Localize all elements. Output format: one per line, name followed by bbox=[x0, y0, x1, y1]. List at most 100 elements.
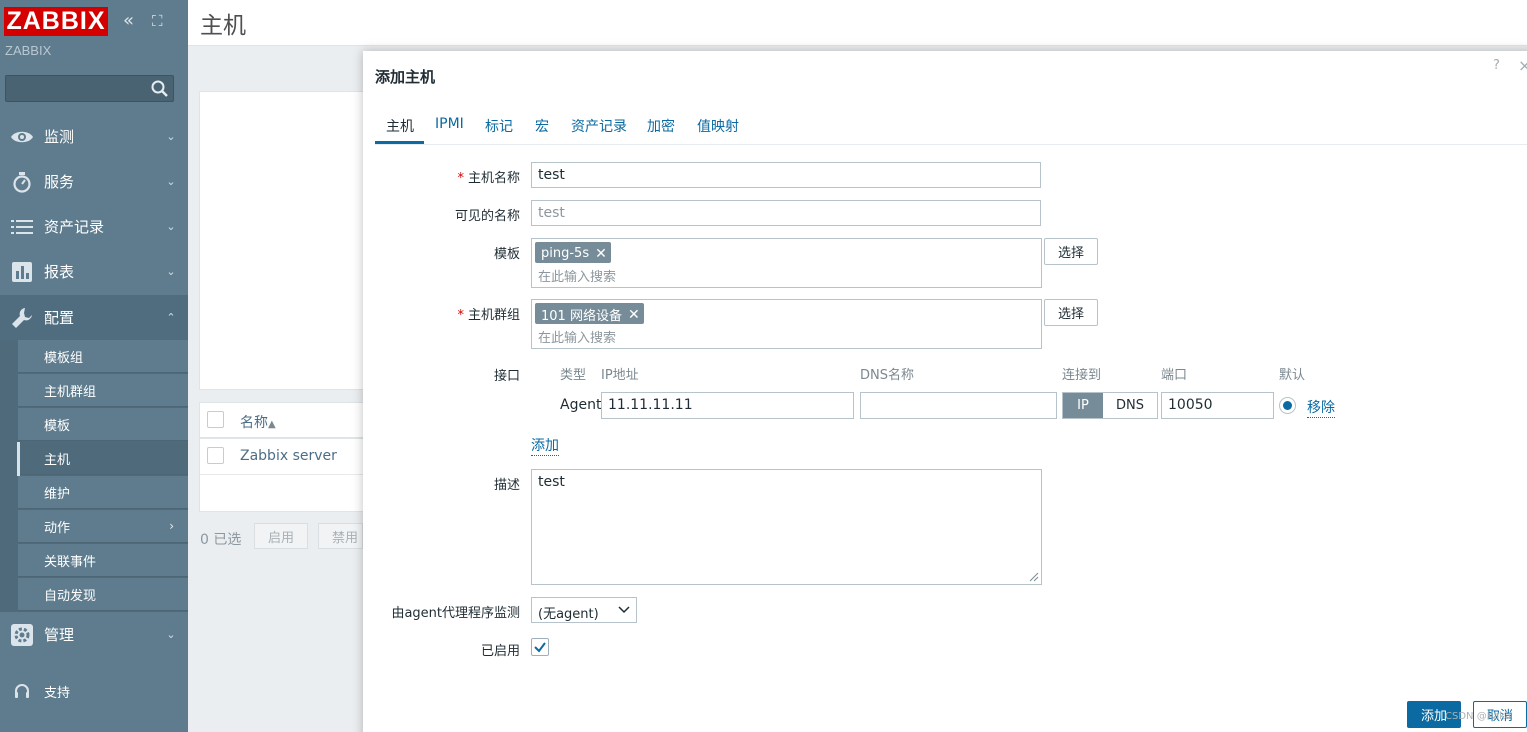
submenu-host-groups[interactable]: 主机群组 bbox=[18, 374, 188, 407]
submenu-event-correlation[interactable]: 关联事件 bbox=[18, 544, 188, 577]
menu-label: 管理 bbox=[44, 626, 75, 644]
connect-ip-option[interactable]: IP bbox=[1063, 393, 1103, 418]
proxy-select[interactable]: (无agent) bbox=[531, 597, 637, 623]
connect-dns-option[interactable]: DNS bbox=[1103, 393, 1157, 418]
interface-ip-input[interactable]: 11.11.11.11 bbox=[601, 392, 854, 419]
gear-icon bbox=[0, 623, 44, 646]
row-checkbox[interactable] bbox=[207, 447, 224, 464]
menu-configuration[interactable]: 配置 ⌃ bbox=[0, 295, 188, 340]
menu-inventory[interactable]: 资产记录 ⌄ bbox=[0, 204, 188, 249]
templates-search-input[interactable]: 在此输入搜索 bbox=[538, 266, 616, 285]
tab-inventory[interactable]: 资产记录 bbox=[571, 116, 627, 136]
tab-macros[interactable]: 宏 bbox=[535, 116, 549, 136]
headset-icon bbox=[0, 683, 44, 701]
checkmark-icon bbox=[534, 642, 546, 653]
template-tag: ping-5s ✕ bbox=[535, 242, 611, 263]
add-interface-link[interactable]: 添加 bbox=[531, 435, 559, 456]
chevron-up-icon: ⌃ bbox=[166, 311, 176, 324]
description-label: 描述 bbox=[493, 478, 520, 493]
search-icon[interactable] bbox=[151, 80, 169, 98]
table-row: Zabbix server bbox=[200, 439, 368, 475]
menu-administration[interactable]: 管理 ⌄ bbox=[0, 612, 188, 657]
interface-type: Agent bbox=[560, 397, 602, 413]
submenu-discovery[interactable]: 自动发现 bbox=[18, 578, 188, 611]
name-column-header[interactable]: 名称▲ bbox=[240, 412, 276, 432]
host-link[interactable]: Zabbix server bbox=[240, 448, 337, 464]
interface-type-header: 类型 bbox=[560, 368, 587, 383]
zabbix-logo[interactable]: ZABBIX bbox=[4, 7, 108, 36]
stopwatch-icon bbox=[0, 171, 44, 193]
filter-panel bbox=[199, 91, 369, 390]
select-templates-button[interactable]: 选择 bbox=[1044, 238, 1098, 265]
close-icon[interactable]: × bbox=[1518, 56, 1527, 75]
enabled-checkbox[interactable] bbox=[531, 638, 549, 656]
eye-icon bbox=[0, 129, 44, 145]
watermark: CSDN @Kaka bbox=[1445, 711, 1511, 722]
host-groups-multiselect[interactable]: 101 网络设备 ✕ 在此输入搜索 bbox=[531, 299, 1042, 349]
select-groups-button[interactable]: 选择 bbox=[1044, 299, 1098, 326]
host-groups-label: * 主机群组 bbox=[457, 308, 520, 323]
kiosk-mode-icon[interactable]: ⛶ bbox=[152, 12, 163, 30]
required-marker: * bbox=[457, 171, 464, 186]
group-tag: 101 网络设备 ✕ bbox=[535, 303, 644, 324]
chevron-down-icon: ⌄ bbox=[166, 628, 176, 641]
disable-button[interactable]: 禁用 bbox=[318, 523, 363, 549]
visible-name-label: 可见的名称 bbox=[454, 209, 520, 224]
menu-label: 资产记录 bbox=[44, 218, 105, 236]
interface-port-input[interactable]: 10050 bbox=[1161, 392, 1274, 419]
host-name-input[interactable]: test bbox=[531, 162, 1041, 188]
enable-button[interactable]: 启用 bbox=[254, 523, 308, 549]
groups-search-input[interactable]: 在此输入搜索 bbox=[538, 327, 616, 346]
menu-monitoring[interactable]: 监测 ⌄ bbox=[0, 114, 188, 159]
chevron-right-icon: › bbox=[169, 519, 174, 533]
submenu-actions-label: 动作 bbox=[44, 520, 71, 536]
bar-chart-icon bbox=[0, 261, 44, 282]
tab-host[interactable]: 主机 bbox=[386, 116, 414, 136]
default-interface-radio[interactable] bbox=[1279, 397, 1296, 414]
interface-connect-header: 连接到 bbox=[1062, 368, 1102, 383]
submenu-templates[interactable]: 模板 bbox=[18, 408, 188, 441]
page-header: 主机 bbox=[188, 0, 1527, 46]
remove-tag-icon[interactable]: ✕ bbox=[595, 246, 607, 262]
remove-tag-icon[interactable]: ✕ bbox=[628, 307, 640, 323]
menu-label: 服务 bbox=[44, 173, 75, 191]
active-tab-indicator bbox=[375, 141, 424, 144]
templates-multiselect[interactable]: ping-5s ✕ 在此输入搜索 bbox=[531, 238, 1042, 288]
tab-tags[interactable]: 标记 bbox=[485, 116, 513, 136]
tab-encryption[interactable]: 加密 bbox=[647, 116, 675, 136]
page-title: 主机 bbox=[200, 12, 246, 38]
submenu-template-groups[interactable]: 模板组 bbox=[18, 340, 188, 373]
chevron-down-icon: ⌄ bbox=[166, 175, 176, 188]
tab-value-mapping[interactable]: 值映射 bbox=[697, 116, 739, 136]
select-all-checkbox[interactable] bbox=[207, 411, 224, 428]
add-host-dialog: 添加主机 ? × 主机 IPMI 标记 宏 资产记录 加密 值映射 * 主机名称 … bbox=[363, 51, 1527, 732]
menu-label: 配置 bbox=[44, 309, 75, 327]
submenu-maintenance[interactable]: 维护 bbox=[18, 476, 188, 509]
chevron-down-icon: ⌄ bbox=[166, 220, 176, 233]
host-name-label: * 主机名称 bbox=[457, 171, 520, 186]
menu-support[interactable]: 支持 bbox=[0, 669, 188, 714]
submenu-actions[interactable]: 动作 › bbox=[18, 510, 188, 543]
interfaces-label: 接口 bbox=[493, 369, 520, 384]
menu-label: 支持 bbox=[44, 686, 71, 701]
chevron-down-icon bbox=[618, 606, 630, 614]
selected-count: 0 已选 bbox=[200, 532, 242, 548]
help-icon[interactable]: ? bbox=[1493, 58, 1500, 73]
tab-ipmi[interactable]: IPMI bbox=[435, 116, 464, 132]
interface-dns-input[interactable] bbox=[860, 392, 1057, 419]
resize-handle-icon[interactable] bbox=[1029, 572, 1039, 582]
submenu-hosts[interactable]: 主机 bbox=[18, 442, 188, 475]
collapse-sidebar-icon[interactable]: « bbox=[123, 10, 134, 31]
menu-reports[interactable]: 报表 ⌄ bbox=[0, 249, 188, 294]
menu-services[interactable]: 服务 ⌄ bbox=[0, 159, 188, 204]
menu-label: 报表 bbox=[44, 263, 75, 281]
sidebar-search-input[interactable] bbox=[5, 75, 174, 102]
remove-interface-link[interactable]: 移除 bbox=[1307, 397, 1335, 418]
visible-name-input[interactable]: test bbox=[531, 200, 1041, 226]
interface-ip-header: IP地址 bbox=[601, 368, 639, 383]
proxy-label: 由agent代理程序监测 bbox=[391, 606, 520, 621]
menu-label: 监测 bbox=[44, 128, 75, 146]
description-textarea[interactable]: test bbox=[531, 469, 1042, 585]
dialog-tabs: 主机 IPMI 标记 宏 资产记录 加密 值映射 bbox=[375, 109, 1527, 145]
sidebar: ZABBIX « ⛶ ZABBIX 监测 ⌄ 服务 ⌄ 资产记录 ⌄ 报表 ⌄ bbox=[0, 0, 188, 732]
